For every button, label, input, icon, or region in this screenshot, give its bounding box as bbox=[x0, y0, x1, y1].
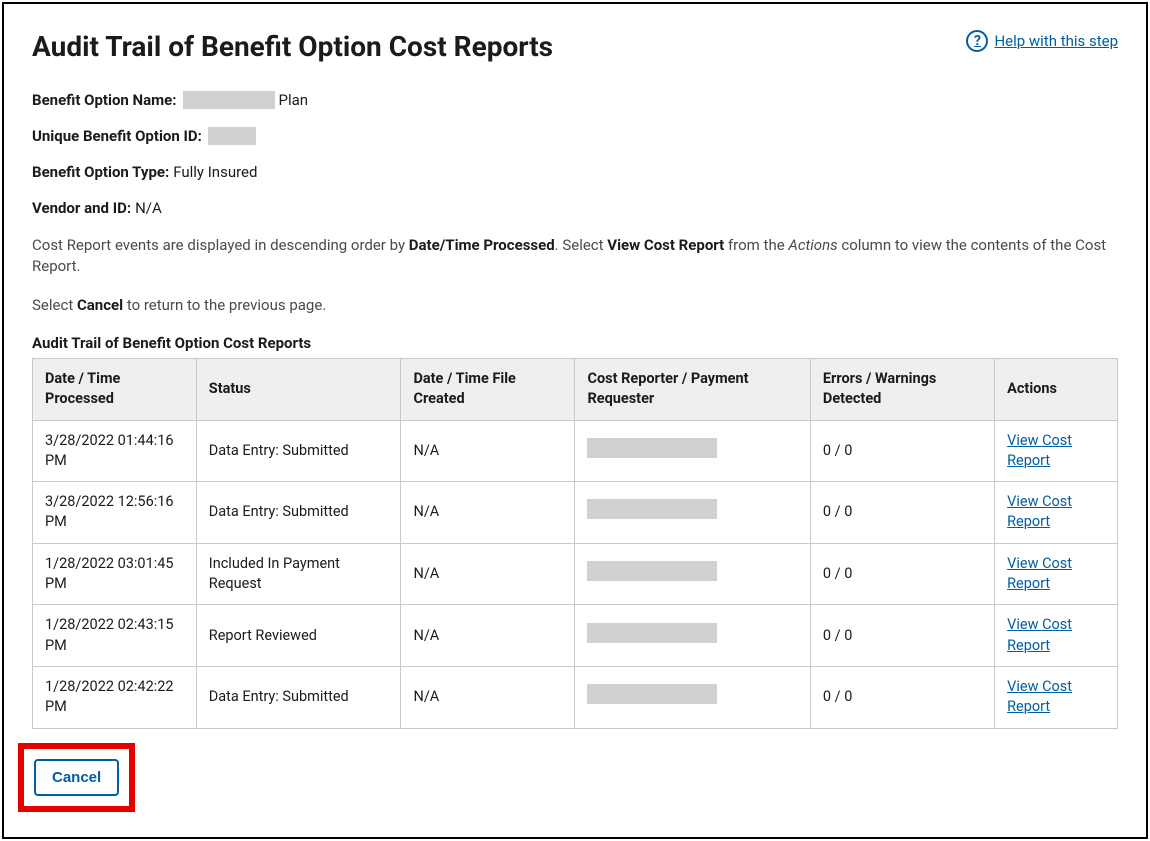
cell-reporter bbox=[575, 482, 810, 544]
th-date-processed: Date / Time Processed bbox=[33, 359, 197, 421]
unique-id-line: Unique Benefit Option ID: bbox=[32, 127, 1118, 145]
table-caption: Audit Trail of Benefit Option Cost Repor… bbox=[32, 334, 1118, 352]
redacted-reporter bbox=[587, 561, 717, 581]
view-cost-report-link[interactable]: View Cost Report bbox=[1007, 616, 1072, 653]
view-cost-report-link[interactable]: View Cost Report bbox=[1007, 555, 1072, 592]
cell-status: Data Entry: Submitted bbox=[196, 420, 401, 482]
cell-actions: View Cost Report bbox=[995, 605, 1118, 667]
cell-date-created: N/A bbox=[401, 420, 575, 482]
vendor-value: N/A bbox=[135, 199, 162, 217]
redacted-reporter bbox=[587, 684, 717, 704]
view-cost-report-link[interactable]: View Cost Report bbox=[1007, 493, 1072, 530]
benefit-option-name-line: Benefit Option Name: Plan bbox=[32, 91, 1118, 109]
table-row: 3/28/2022 12:56:16 PMData Entry: Submitt… bbox=[33, 482, 1118, 544]
instruction-line-2: Select Cancel to return to the previous … bbox=[32, 295, 1118, 316]
benefit-type-value: Fully Insured bbox=[173, 163, 257, 181]
th-status: Status bbox=[196, 359, 401, 421]
cell-reporter bbox=[575, 666, 810, 728]
cell-errors: 0 / 0 bbox=[810, 666, 994, 728]
cell-date-processed: 3/28/2022 12:56:16 PM bbox=[33, 482, 197, 544]
cell-errors: 0 / 0 bbox=[810, 543, 994, 605]
cell-status: Report Reviewed bbox=[196, 605, 401, 667]
table-row: 1/28/2022 02:42:22 PMData Entry: Submitt… bbox=[33, 666, 1118, 728]
cell-date-created: N/A bbox=[401, 605, 575, 667]
table-row: 3/28/2022 01:44:16 PMData Entry: Submitt… bbox=[33, 420, 1118, 482]
cell-errors: 0 / 0 bbox=[810, 420, 994, 482]
redacted-reporter bbox=[587, 623, 717, 643]
cell-status: Data Entry: Submitted bbox=[196, 666, 401, 728]
th-date-created: Date / Time File Created bbox=[401, 359, 575, 421]
cell-date-created: N/A bbox=[401, 666, 575, 728]
help-link[interactable]: ? Help with this step bbox=[966, 30, 1118, 52]
cell-errors: 0 / 0 bbox=[810, 482, 994, 544]
vendor-label: Vendor and ID: bbox=[32, 199, 131, 217]
table-row: 1/28/2022 02:43:15 PMReport ReviewedN/A 0… bbox=[33, 605, 1118, 667]
table-row: 1/28/2022 03:01:45 PMIncluded In Payment… bbox=[33, 543, 1118, 605]
help-icon: ? bbox=[966, 30, 988, 52]
benefit-info-group: Benefit Option Name: Plan Unique Benefit… bbox=[32, 91, 1118, 217]
redacted-reporter bbox=[587, 438, 717, 458]
cell-date-processed: 1/28/2022 02:42:22 PM bbox=[33, 666, 197, 728]
instruction-line-1: Cost Report events are displayed in desc… bbox=[32, 235, 1118, 277]
th-errors: Errors / Warnings Detected bbox=[810, 359, 994, 421]
benefit-option-name-suffix: Plan bbox=[279, 91, 309, 109]
th-reporter: Cost Reporter / Payment Requester bbox=[575, 359, 810, 421]
header-row: Audit Trail of Benefit Option Cost Repor… bbox=[32, 30, 1118, 63]
view-cost-report-link[interactable]: View Cost Report bbox=[1007, 678, 1072, 715]
cell-errors: 0 / 0 bbox=[810, 605, 994, 667]
vendor-line: Vendor and ID: N/A bbox=[32, 199, 1118, 217]
redacted-reporter bbox=[587, 499, 717, 519]
cancel-highlight-box: Cancel bbox=[18, 743, 135, 812]
cell-actions: View Cost Report bbox=[995, 543, 1118, 605]
page-title: Audit Trail of Benefit Option Cost Repor… bbox=[32, 30, 553, 63]
cell-actions: View Cost Report bbox=[995, 420, 1118, 482]
cell-date-processed: 3/28/2022 01:44:16 PM bbox=[33, 420, 197, 482]
cell-status: Data Entry: Submitted bbox=[196, 482, 401, 544]
cancel-button[interactable]: Cancel bbox=[34, 759, 119, 796]
redacted-unique-id bbox=[208, 127, 256, 145]
cell-actions: View Cost Report bbox=[995, 666, 1118, 728]
page-frame: Audit Trail of Benefit Option Cost Repor… bbox=[2, 2, 1148, 839]
cell-date-processed: 1/28/2022 03:01:45 PM bbox=[33, 543, 197, 605]
benefit-type-line: Benefit Option Type: Fully Insured bbox=[32, 163, 1118, 181]
table-header-row: Date / Time Processed Status Date / Time… bbox=[33, 359, 1118, 421]
view-cost-report-link[interactable]: View Cost Report bbox=[1007, 432, 1072, 469]
cell-date-created: N/A bbox=[401, 543, 575, 605]
redacted-benefit-name bbox=[183, 91, 275, 109]
cell-reporter bbox=[575, 605, 810, 667]
unique-id-label: Unique Benefit Option ID: bbox=[32, 127, 202, 145]
help-link-label: Help with this step bbox=[994, 32, 1118, 50]
cell-status: Included In Payment Request bbox=[196, 543, 401, 605]
cell-date-processed: 1/28/2022 02:43:15 PM bbox=[33, 605, 197, 667]
benefit-option-name-label: Benefit Option Name: bbox=[32, 91, 177, 109]
cell-reporter bbox=[575, 420, 810, 482]
benefit-type-label: Benefit Option Type: bbox=[32, 163, 169, 181]
cell-actions: View Cost Report bbox=[995, 482, 1118, 544]
th-actions: Actions bbox=[995, 359, 1118, 421]
cell-reporter bbox=[575, 543, 810, 605]
audit-trail-table: Date / Time Processed Status Date / Time… bbox=[32, 358, 1118, 729]
cell-date-created: N/A bbox=[401, 482, 575, 544]
